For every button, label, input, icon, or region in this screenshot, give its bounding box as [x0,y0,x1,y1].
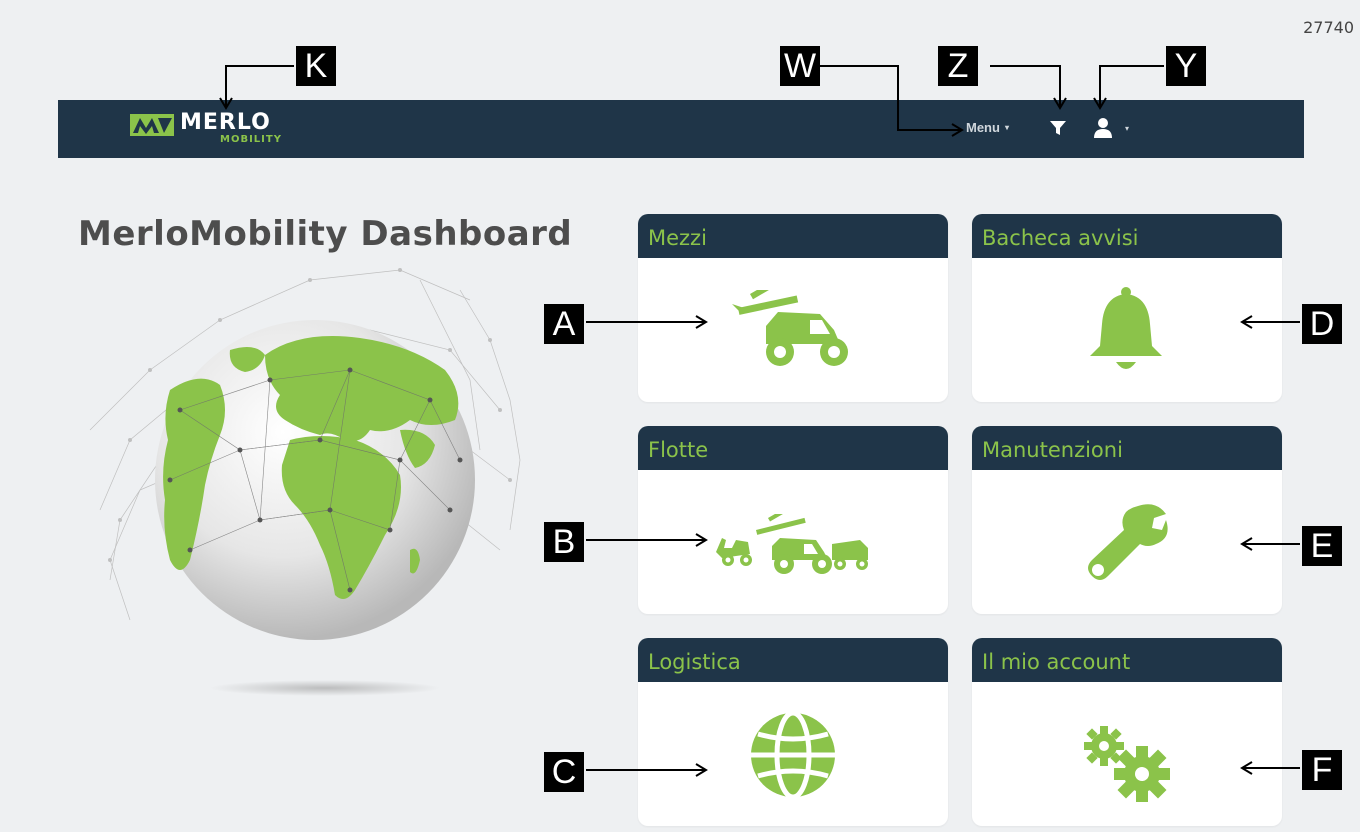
callout-z: Z [938,46,978,86]
callout-k: K [296,46,336,86]
callout-e: E [1302,526,1342,566]
callout-d: D [1302,304,1342,344]
callout-b: B [544,522,584,562]
callout-a: A [544,304,584,344]
page-background: 27740 MERLO MOBILITY Menu ▾ ▾ MerloMobil… [0,0,1360,832]
callout-c: C [544,752,584,792]
callout-w: W [780,46,820,86]
callout-f: F [1302,750,1342,790]
callout-arrows [219,65,1300,777]
callout-y: Y [1166,46,1206,86]
